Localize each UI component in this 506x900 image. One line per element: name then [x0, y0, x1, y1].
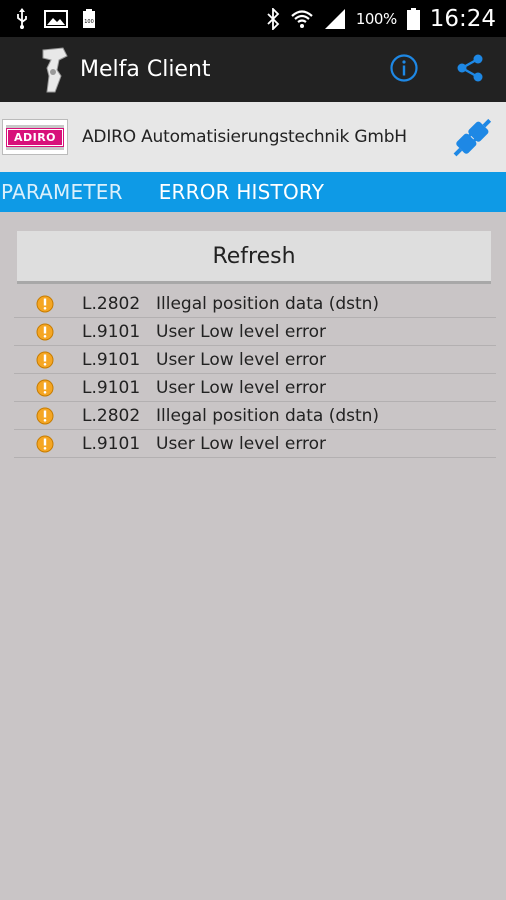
share-icon	[455, 53, 485, 87]
info-button[interactable]	[376, 42, 432, 98]
error-message: User Low level error	[156, 349, 327, 370]
error-message: User Low level error	[156, 433, 327, 454]
error-message: Illegal position data (dstn)	[156, 293, 380, 314]
refresh-button[interactable]: Refresh	[17, 231, 491, 284]
error-message: User Low level error	[156, 321, 327, 342]
error-row[interactable]: L.2802 Illegal position data (dstn)	[14, 402, 496, 430]
status-bar-left: 100	[14, 7, 96, 30]
error-code: L.2802	[82, 405, 141, 426]
battery-saver-icon: 100	[82, 8, 96, 29]
status-bar: 100 100% 16:24	[0, 0, 506, 37]
company-logo-text: ADIRO	[5, 127, 65, 147]
info-icon	[389, 53, 419, 87]
warning-icon	[36, 435, 54, 453]
error-row[interactable]: L.9101 User Low level error	[14, 318, 496, 346]
warning-icon	[36, 351, 54, 369]
tab-bar: PARAMETER ERROR HISTORY	[0, 172, 506, 212]
error-row[interactable]: L.9101 User Low level error	[14, 430, 496, 458]
company-header: ADIRO ADIRO Automatisierungstechnik GmbH	[0, 102, 506, 172]
error-row[interactable]: L.2802 Illegal position data (dstn)	[14, 290, 496, 318]
app-title: Melfa Client	[80, 57, 211, 82]
svg-text:100: 100	[84, 19, 94, 25]
error-code: L.9101	[82, 377, 141, 398]
error-code: L.9101	[82, 433, 141, 454]
warning-icon	[36, 295, 54, 313]
warning-icon	[36, 323, 54, 341]
usb-icon	[14, 7, 30, 30]
clock: 16:24	[429, 5, 496, 32]
warning-icon	[36, 379, 54, 397]
status-bar-right: 100% 16:24	[266, 6, 496, 32]
error-code: L.2802	[82, 293, 141, 314]
tab-error-history[interactable]: ERROR HISTORY	[159, 180, 324, 204]
wifi-icon	[290, 8, 314, 30]
error-code: L.9101	[82, 321, 141, 342]
error-code: L.9101	[82, 349, 141, 370]
signal-icon	[324, 8, 346, 30]
warning-icon	[36, 407, 54, 425]
image-icon	[44, 9, 68, 28]
company-logo: ADIRO	[2, 119, 68, 155]
error-list: L.2802 Illegal position data (dstn) L.91…	[14, 290, 496, 458]
battery-icon	[406, 7, 420, 30]
bluetooth-icon	[266, 7, 280, 30]
tab-parameter[interactable]: PARAMETER	[1, 180, 123, 204]
error-row[interactable]: L.9101 User Low level error	[14, 374, 496, 402]
action-bar: Melfa Client	[0, 37, 506, 102]
battery-percent: 100%	[355, 9, 397, 28]
error-row[interactable]: L.9101 User Low level error	[14, 346, 496, 374]
company-name: ADIRO Automatisierungstechnik GmbH	[82, 127, 407, 147]
error-message: User Low level error	[156, 377, 327, 398]
plug-icon[interactable]	[446, 112, 498, 164]
robot-arm-logo-icon	[34, 45, 74, 95]
error-message: Illegal position data (dstn)	[156, 405, 380, 426]
share-button[interactable]	[442, 42, 498, 98]
